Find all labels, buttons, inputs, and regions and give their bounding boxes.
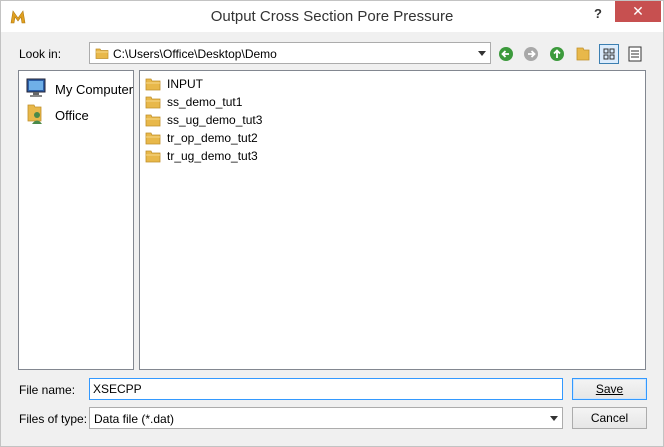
file-type-dropdown[interactable]: Data file (*.dat): [89, 407, 563, 429]
places-sidebar: My Computer Office: [18, 70, 134, 370]
save-button[interactable]: Save: [572, 378, 647, 400]
detail-view-icon: [625, 44, 645, 64]
list-item[interactable]: tr_ug_demo_tut3: [145, 147, 345, 165]
close-button[interactable]: ✕: [615, 1, 661, 22]
file-name: tr_ug_demo_tut3: [167, 149, 258, 163]
file-name: ss_demo_tut1: [167, 95, 243, 109]
list-item[interactable]: INPUT: [145, 75, 345, 93]
up-folder-icon: [547, 44, 567, 64]
folder-icon: [145, 148, 161, 167]
file-dialog: Output Cross Section Pore Pressure ? ✕ L…: [0, 0, 664, 447]
look-in-label: Look in:: [19, 47, 62, 61]
save-button-label: Save: [595, 382, 624, 396]
chevron-down-icon[interactable]: [478, 51, 486, 56]
help-button[interactable]: ?: [586, 3, 610, 25]
chevron-down-icon[interactable]: [550, 416, 558, 421]
file-name-label: File name:: [19, 383, 76, 397]
file-name: INPUT: [167, 77, 203, 91]
cancel-button-label: Cancel: [590, 411, 629, 425]
title-bar: Output Cross Section Pore Pressure ? ✕: [1, 1, 663, 32]
forward-icon: [521, 44, 541, 64]
list-view-icon: [600, 45, 618, 63]
computer-icon: [25, 77, 49, 102]
list-item[interactable]: tr_op_demo_tut2: [145, 129, 345, 147]
list-view-button[interactable]: [599, 44, 619, 64]
file-name: ss_ug_demo_tut3: [167, 113, 263, 127]
cancel-button[interactable]: Cancel: [572, 407, 647, 429]
sidebar-item-label: My Computer: [55, 82, 134, 97]
file-type-label: Files of type:: [19, 412, 88, 426]
file-list: INPUT ss_demo_tut1 ss_ug_demo_tut3 tr_op…: [139, 70, 646, 370]
new-folder-button[interactable]: [573, 44, 593, 64]
back-icon: [496, 44, 516, 64]
close-icon: ✕: [632, 3, 644, 19]
user-icon: [25, 103, 49, 128]
file-type-value: Data file (*.dat): [94, 412, 175, 426]
sidebar-item-label: Office: [55, 108, 89, 123]
file-name: tr_op_demo_tut2: [167, 131, 258, 145]
look-in-path: C:\Users\Office\Desktop\Demo: [113, 47, 277, 61]
list-item[interactable]: ss_demo_tut1: [145, 93, 345, 111]
look-in-dropdown[interactable]: C:\Users\Office\Desktop\Demo: [89, 42, 491, 64]
list-item[interactable]: ss_ug_demo_tut3: [145, 111, 345, 129]
file-name-input[interactable]: [89, 378, 563, 400]
new-folder-icon: [573, 44, 593, 64]
detail-view-button[interactable]: [625, 44, 645, 64]
back-button[interactable]: [496, 44, 516, 64]
up-folder-button[interactable]: [547, 44, 567, 64]
forward-button[interactable]: [521, 44, 541, 64]
folder-icon: [95, 46, 109, 63]
window-title: Output Cross Section Pore Pressure: [210, 8, 454, 25]
